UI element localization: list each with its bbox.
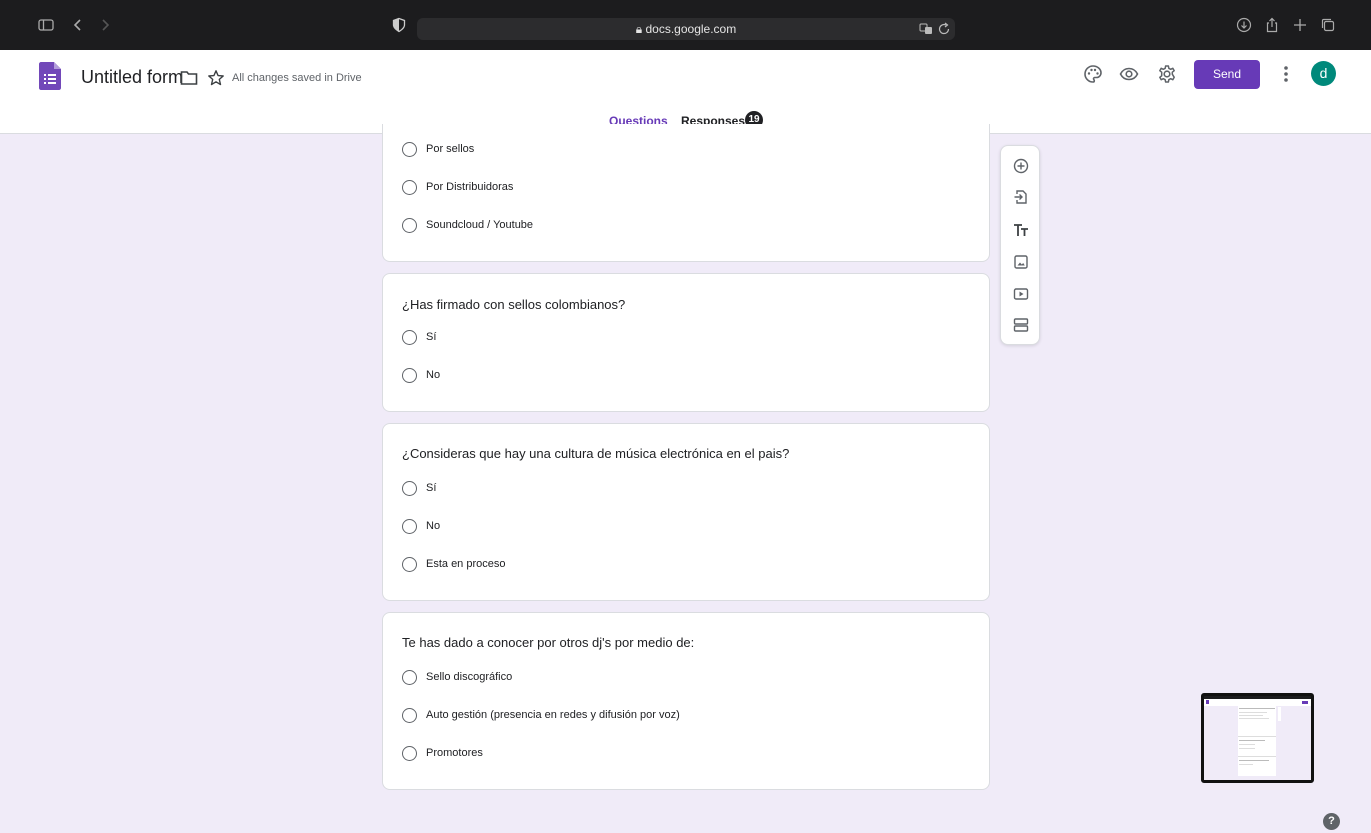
- url-display: 🔒︎ docs.google.com: [417, 22, 955, 37]
- help-button[interactable]: ?: [1323, 813, 1340, 830]
- radio-option[interactable]: Esta en proceso: [402, 556, 506, 572]
- add-title-icon[interactable]: [1013, 222, 1029, 238]
- privacy-shield-icon[interactable]: [391, 17, 407, 33]
- url-text: docs.google.com: [645, 22, 737, 36]
- option-label: Auto gestión (presencia en redes y difus…: [426, 709, 680, 721]
- add-image-icon[interactable]: [1013, 254, 1029, 270]
- add-video-icon[interactable]: [1013, 286, 1029, 302]
- browser-toolbar: 🔒︎ docs.google.com: [0, 0, 1371, 50]
- new-tab-icon[interactable]: [1292, 17, 1308, 33]
- radio-option[interactable]: Auto gestión (presencia en redes y difus…: [402, 707, 680, 723]
- radio-option[interactable]: Sí: [402, 480, 436, 496]
- radio-button[interactable]: [402, 707, 417, 723]
- customize-theme-icon[interactable]: [1083, 64, 1103, 84]
- radio-option[interactable]: Por Distribuidoras: [402, 179, 513, 195]
- sidebar-toggle-icon[interactable]: [38, 17, 54, 33]
- preview-icon[interactable]: [1119, 64, 1139, 84]
- option-label: No: [426, 369, 441, 381]
- option-label: Sí: [426, 482, 437, 494]
- form-title[interactable]: Untitled form: [81, 67, 183, 88]
- translate-icon[interactable]: [919, 22, 933, 36]
- radio-button[interactable]: [402, 480, 417, 496]
- radio-button[interactable]: [402, 669, 417, 685]
- question-title: ¿Consideras que hay una cultura de músic…: [402, 446, 790, 461]
- thumbnail-preview-image: [1204, 696, 1311, 776]
- option-label: Esta en proceso: [426, 558, 506, 570]
- reload-icon[interactable]: [937, 22, 951, 36]
- add-section-icon[interactable]: [1013, 317, 1029, 333]
- share-icon[interactable]: [1264, 17, 1280, 33]
- option-label: Por Distribuidoras: [426, 181, 514, 193]
- radio-button[interactable]: [402, 141, 417, 157]
- radio-option[interactable]: Sello discográfico: [402, 669, 512, 685]
- question-card[interactable]: ¿Consideras que hay una cultura de músic…: [382, 423, 990, 601]
- option-label: Por sellos: [426, 143, 475, 155]
- option-label: Soundcloud / Youtube: [426, 219, 534, 231]
- radio-button[interactable]: [402, 217, 417, 233]
- address-bar[interactable]: 🔒︎ docs.google.com: [417, 18, 955, 40]
- radio-option[interactable]: Promotores: [402, 745, 483, 761]
- radio-option[interactable]: No: [402, 518, 440, 534]
- radio-option[interactable]: Por sellos: [402, 141, 474, 157]
- radio-button[interactable]: [402, 745, 417, 761]
- more-options-icon[interactable]: [1278, 64, 1294, 84]
- tab-overview-icon[interactable]: [1320, 17, 1336, 33]
- radio-option[interactable]: No: [402, 367, 440, 383]
- option-label: Sí: [426, 331, 437, 343]
- radio-button[interactable]: [402, 329, 417, 345]
- downloads-icon[interactable]: [1236, 17, 1252, 33]
- import-questions-icon[interactable]: [1013, 189, 1029, 205]
- add-question-icon[interactable]: [1013, 158, 1029, 174]
- star-icon[interactable]: [207, 69, 225, 87]
- radio-button[interactable]: [402, 556, 417, 572]
- question-title: Te has dado a conocer por otros dj's por…: [402, 635, 695, 650]
- floating-toolbar: [1000, 145, 1040, 345]
- question-card[interactable]: Por sellos Por Distribuidoras Soundcloud…: [382, 124, 990, 262]
- forms-header: Untitled form All changes saved in Drive…: [0, 50, 1371, 134]
- back-icon[interactable]: [70, 17, 86, 33]
- question-card[interactable]: ¿Has firmado con sellos colombianos? Sí …: [382, 273, 990, 412]
- move-to-folder-icon[interactable]: [180, 70, 198, 86]
- save-status: All changes saved in Drive: [232, 72, 362, 84]
- radio-option[interactable]: Sí: [402, 329, 436, 345]
- screenshot-thumbnail[interactable]: [1201, 693, 1314, 783]
- forward-icon[interactable]: [97, 17, 113, 33]
- option-label: No: [426, 520, 441, 532]
- forms-logo-icon[interactable]: [39, 62, 61, 90]
- account-avatar[interactable]: d: [1311, 61, 1336, 86]
- lock-icon: 🔒︎: [635, 22, 643, 36]
- question-card[interactable]: Te has dado a conocer por otros dj's por…: [382, 612, 990, 790]
- radio-button[interactable]: [402, 518, 417, 534]
- settings-gear-icon[interactable]: [1157, 64, 1177, 84]
- question-title: ¿Has firmado con sellos colombianos?: [402, 297, 626, 312]
- radio-option[interactable]: Soundcloud / Youtube: [402, 217, 533, 233]
- option-label: Promotores: [426, 747, 483, 759]
- option-label: Sello discográfico: [426, 671, 513, 683]
- radio-button[interactable]: [402, 179, 417, 195]
- send-button[interactable]: Send: [1194, 60, 1260, 89]
- radio-button[interactable]: [402, 367, 417, 383]
